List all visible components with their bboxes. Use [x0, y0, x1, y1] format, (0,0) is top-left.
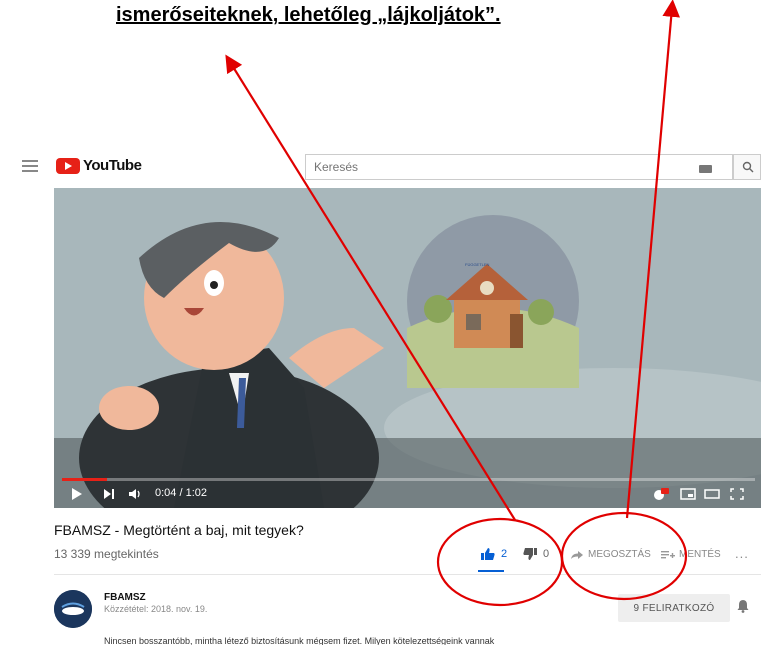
instruction-text: ismerőseiteknek, lehetőleg „lájkoljátok”…: [116, 4, 501, 26]
video-title: FBAMSZ - Megtörtént a baj, mit tegyek?: [54, 522, 304, 538]
youtube-logo-text: YouTube: [83, 157, 142, 174]
keyboard-icon[interactable]: [699, 165, 712, 173]
divider: [54, 574, 761, 575]
thumbs-down-icon: [523, 548, 537, 560]
share-button[interactable]: MEGOSZTÁS: [570, 549, 651, 560]
miniplayer-button[interactable]: [680, 484, 696, 504]
autoplay-icon: [654, 488, 669, 500]
screenshot-stage: ismerőseiteknek, lehetőleg „lájkoljátok”…: [0, 0, 761, 645]
like-ratio-bar: [478, 570, 504, 572]
video-player[interactable]: FÜGGETLEN: [54, 188, 761, 508]
volume-icon: [129, 489, 140, 499]
video-frame: FÜGGETLEN: [54, 188, 761, 508]
progress-fill: [62, 478, 107, 481]
fullscreen-icon: [730, 488, 744, 500]
video-description: Nincsen bosszantóbb, mintha létező bizto…: [104, 636, 495, 645]
thumbs-up-icon: [481, 548, 495, 560]
bell-icon: [737, 600, 749, 613]
avatar[interactable]: [54, 590, 92, 628]
miniplayer-icon: [680, 488, 696, 500]
menu-icon[interactable]: [22, 160, 38, 172]
channel-name[interactable]: FBAMSZ: [104, 592, 146, 603]
fullscreen-button[interactable]: [730, 484, 744, 504]
next-icon: [104, 489, 114, 499]
like-button[interactable]: 2: [480, 547, 507, 561]
more-actions-button[interactable]: ...: [735, 546, 749, 561]
theater-button[interactable]: [704, 484, 720, 504]
svg-text:FÜGGETLEN: FÜGGETLEN: [465, 262, 490, 267]
play-icon: [72, 488, 82, 500]
play-button[interactable]: [71, 484, 83, 504]
dislike-count: 0: [543, 548, 550, 560]
theater-icon: [704, 489, 720, 499]
progress-track[interactable]: [62, 478, 755, 481]
share-label: MEGOSZTÁS: [588, 549, 651, 560]
share-icon: [571, 550, 583, 559]
like-count: 2: [501, 548, 508, 560]
save-button[interactable]: MENTÉS: [661, 549, 721, 560]
publish-date: Közzététel: 2018. nov. 19.: [104, 604, 208, 614]
search-input[interactable]: [305, 154, 733, 180]
youtube-logo[interactable]: YouTube: [56, 157, 142, 174]
search-icon: [742, 161, 754, 173]
highlight-likes-circle: [436, 517, 564, 607]
autoplay-button[interactable]: [651, 484, 669, 504]
channel-logo: [54, 590, 92, 628]
subscribe-button[interactable]: 9 FELIRATKOZÓ: [618, 594, 730, 622]
time-display: 0:04 / 1:02: [155, 487, 207, 499]
dislike-button[interactable]: 0: [522, 547, 549, 561]
youtube-play-icon: [56, 157, 80, 174]
view-count: 13 339 megtekintés: [54, 547, 159, 561]
add-to-playlist-icon: [661, 550, 675, 558]
bell-button[interactable]: [737, 599, 749, 618]
volume-button[interactable]: [128, 484, 142, 504]
next-button[interactable]: [103, 484, 115, 504]
search-button[interactable]: [733, 154, 761, 180]
save-label: MENTÉS: [679, 549, 721, 560]
